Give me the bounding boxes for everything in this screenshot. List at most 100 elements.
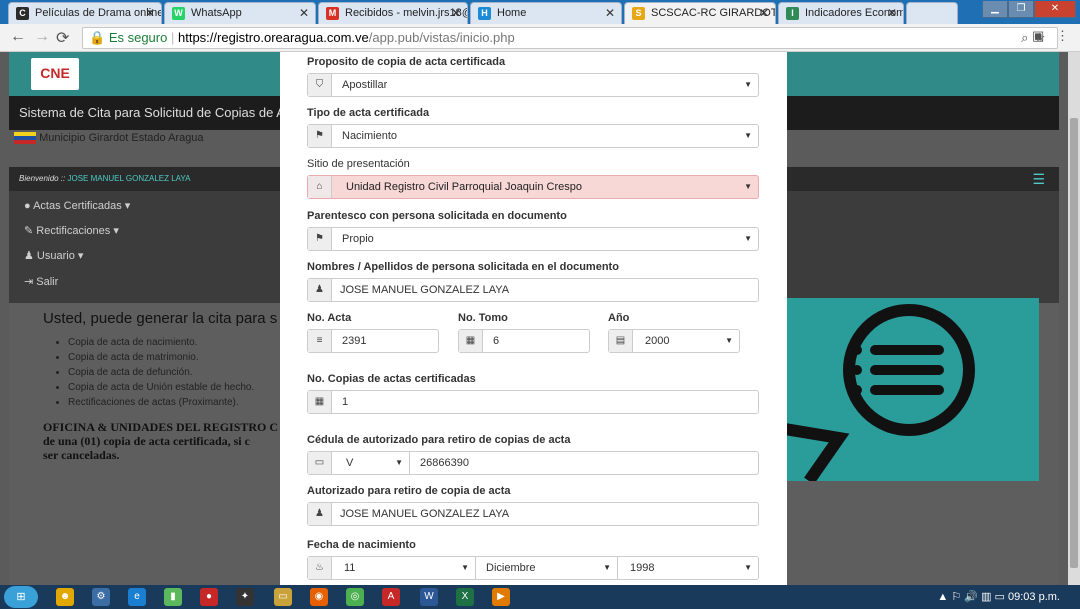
caret-down-icon: ▼ <box>461 563 469 572</box>
copias-input[interactable]: ▦ 1 <box>307 390 759 414</box>
anio-select[interactable]: ▤ 2000 ▼ <box>608 329 740 353</box>
android-icon[interactable]: ▮ <box>164 588 182 606</box>
whatsapp-icon: W <box>172 7 185 20</box>
ie-icon[interactable]: e <box>128 588 146 606</box>
page-scrollbar[interactable] <box>1068 52 1080 585</box>
autorizado-field: Autorizado para retiro de copia de acta … <box>307 485 759 526</box>
nombres-input[interactable]: ♟ JOSE MANUEL GONZALEZ LAYA <box>307 278 759 302</box>
browser-tab-indicadores[interactable]: IIndicadores Economía Ve✕ <box>778 2 904 24</box>
address-bar[interactable]: 🔒 Es seguro | https://registro.orearagua… <box>82 27 1058 49</box>
list-item: Rectificaciones de actas (Proximante). <box>68 395 278 410</box>
close-tab-icon[interactable]: ✕ <box>299 3 309 23</box>
oficina-text: OFICINA & UNIDADES DEL REGISTRO C de una… <box>43 420 279 462</box>
caret-down-icon: ▼ <box>725 336 733 345</box>
cedula-group: ▭ V ▼ 26866390 <box>307 451 759 475</box>
clock[interactable]: 09:03 p.m. <box>1008 591 1060 603</box>
parentesco-field: Parentesco con persona solicitada en doc… <box>307 210 759 251</box>
list-item: Copia de acta de Unión estable de hecho. <box>68 380 278 395</box>
caret-down-icon: ▼ <box>395 458 403 467</box>
browser-tab-home[interactable]: H Home ✕ <box>470 2 622 24</box>
app-icon[interactable]: ● <box>200 588 218 606</box>
proposito-select[interactable]: ⛉ Apostillar ▼ <box>307 73 759 97</box>
fecha-mes-select[interactable]: Diciembre ▼ <box>476 557 618 579</box>
minimize-icon[interactable]: ▁ <box>982 1 1008 18</box>
reload-icon[interactable]: ⟳ <box>56 28 69 48</box>
institution-icon: ⌂ <box>308 176 332 198</box>
app-icon[interactable]: ✦ <box>236 588 254 606</box>
proposito-field: Proposito de copia de acta certificada ⛉… <box>307 56 759 97</box>
nombres-field: Nombres / Apellidos de persona solicitad… <box>307 261 759 302</box>
calendar-icon: ▤ <box>609 330 633 352</box>
acrobat-icon[interactable]: A <box>382 588 400 606</box>
user-icon: ♟ <box>308 279 332 301</box>
menu-dots-icon[interactable]: ⋮ <box>1056 28 1069 44</box>
caret-down-icon: ▼ <box>744 234 752 243</box>
menu-salir[interactable]: ⇥ Salir <box>24 275 58 288</box>
app-icon[interactable]: ☻ <box>56 588 74 606</box>
cita-form-modal: Proposito de copia de acta certificada ⛉… <box>280 52 787 585</box>
browser-tab-gmail[interactable]: M Recibidos - melvin.jrs18@ ✕ <box>318 2 468 24</box>
battery-icon[interactable]: ▭ <box>995 591 1005 603</box>
browser-tab-peliculas[interactable]: C Películas de Drama online ✕ <box>8 2 162 24</box>
word-icon[interactable]: W <box>420 588 438 606</box>
fecha-dia-select[interactable]: 11 ▼ <box>332 557 476 579</box>
media-icon[interactable]: ▶ <box>492 588 510 606</box>
menu-rectificaciones[interactable]: ✎ Rectificaciones ▾ <box>24 224 119 237</box>
tray-arrow-icon[interactable]: ▲ <box>937 591 948 603</box>
close-tab-icon[interactable]: ✕ <box>451 3 461 23</box>
autorizado-input[interactable]: ♟ JOSE MANUEL GONZALEZ LAYA <box>307 502 759 526</box>
app-icon[interactable]: ⚙ <box>92 588 110 606</box>
cedula-input[interactable]: 26866390 <box>420 452 469 474</box>
browser-tab-whatsapp[interactable]: W WhatsApp ✕ <box>164 2 316 24</box>
cne-logo: CNE <box>31 58 79 90</box>
sitio-select[interactable]: ⌂ Unidad Registro Civil Parroquial Joaqui… <box>307 175 759 199</box>
fecha-anio-select[interactable]: 1998 ▼ <box>618 557 758 579</box>
list-icon: ≡ <box>308 330 332 352</box>
forward-icon[interactable]: → <box>34 28 50 46</box>
cedula-tipo-select[interactable]: V ▼ <box>332 452 410 474</box>
extension-icon[interactable]: ▣ <box>1032 28 1044 44</box>
sitio-field: Sitio de presentación ⌂ Unidad Registro C… <box>307 158 759 199</box>
close-window-icon[interactable]: ✕ <box>1034 1 1076 18</box>
new-tab-button[interactable] <box>906 2 958 24</box>
tab-favicon-icon: C <box>16 7 29 20</box>
excel-icon[interactable]: X <box>456 588 474 606</box>
firefox-icon[interactable]: ◉ <box>310 588 328 606</box>
site-favicon-icon: S <box>632 7 645 20</box>
caret-down-icon: ▼ <box>744 182 752 191</box>
browser-tab-scscac[interactable]: S SCSCAC-RC GIRARDOT ✕ <box>624 2 776 24</box>
secure-label: Es seguro <box>108 30 168 45</box>
caret-down-icon: ▼ <box>744 131 752 140</box>
tomo-input[interactable]: ▦ 6 <box>458 329 590 353</box>
scroll-thumb[interactable] <box>1070 118 1078 568</box>
birthday-cake-icon: ♨ <box>308 557 332 579</box>
chrome-icon[interactable]: ◎ <box>346 588 364 606</box>
anio-field: Año ▤ 2000 ▼ <box>608 312 740 353</box>
back-icon[interactable]: ← <box>10 28 26 46</box>
menu-actas[interactable]: ● Actas Certificadas ▾ <box>24 199 130 212</box>
window-controls: ▁ ❐ ✕ <box>982 0 1076 18</box>
fecha-group: ♨ 11 ▼ Diciembre ▼ 1998 ▼ <box>307 556 759 580</box>
flag-tray-icon[interactable]: ⚐ <box>951 591 961 603</box>
close-tab-icon[interactable]: ✕ <box>605 3 615 23</box>
close-tab-icon[interactable]: ✕ <box>759 3 769 23</box>
system-tray: ▲ ⚐ 🔊 ▥ ▭ 09:03 p.m. <box>937 585 1060 609</box>
acta-input[interactable]: ≡ 2391 <box>307 329 439 353</box>
parentesco-select[interactable]: ⚑ Propio ▼ <box>307 227 759 251</box>
menu-usuario[interactable]: ♟ Usuario ▾ <box>24 249 83 262</box>
tipo-select[interactable]: ⚑ Nacimiento ▼ <box>307 124 759 148</box>
volume-icon[interactable]: 🔊 <box>964 591 978 603</box>
hamburger-icon[interactable]: ☰ <box>1032 167 1045 191</box>
maximize-icon[interactable]: ❐ <box>1008 1 1034 18</box>
network-icon[interactable]: ▥ <box>981 591 991 603</box>
close-tab-icon[interactable]: ✕ <box>145 3 155 23</box>
explorer-icon[interactable]: ▭ <box>274 588 292 606</box>
list-item: Copia de acta de defunción. <box>68 365 278 380</box>
browser-toolbar: ← → ⟳ 🔒 Es seguro | https://registro.ore… <box>0 24 1080 52</box>
intro-text: Usted, puede generar la cita para s Copi… <box>43 310 278 462</box>
url-host: https://registro.orearagua.com.ve <box>177 30 369 45</box>
tomo-field: No. Tomo ▦ 6 <box>458 312 590 353</box>
close-tab-icon[interactable]: ✕ <box>887 3 897 23</box>
user-icon: ♟ <box>308 503 332 525</box>
start-button[interactable]: ⊞ <box>4 586 38 608</box>
